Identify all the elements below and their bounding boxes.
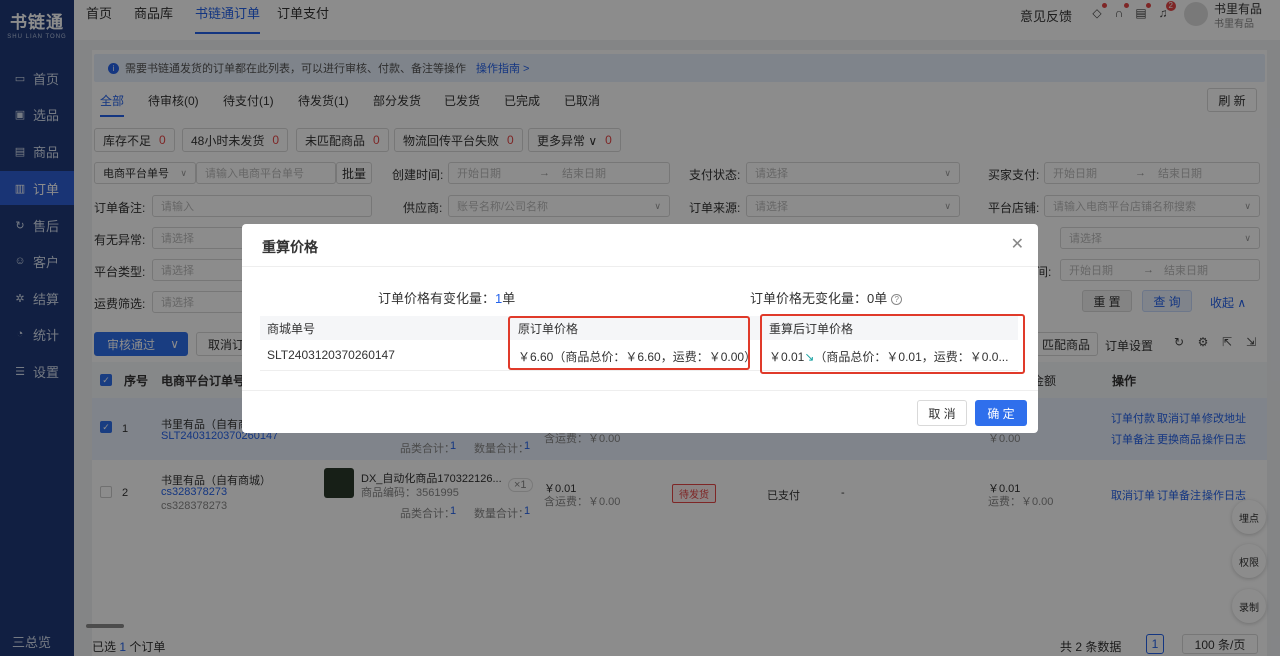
changed-summary: 订单价格有变化量：1单	[378, 291, 516, 306]
recalc-price-highlight	[760, 314, 1025, 374]
cancel-button[interactable]: 取 消	[917, 400, 967, 426]
original-price-highlight	[508, 316, 750, 370]
unchanged-summary: 订单价格无变化量：0单?	[750, 288, 903, 307]
confirm-button[interactable]: 确 定	[975, 400, 1027, 426]
help-icon[interactable]: ?	[891, 294, 903, 306]
recalc-price-dialog: 重算价格 ✕ 订单价格有变化量：1单 订单价格无变化量：0单? 商城单号 原订单…	[242, 224, 1038, 433]
mall-order-number: SLT2403120370260147	[267, 348, 395, 362]
close-icon[interactable]: ✕	[1011, 234, 1024, 254]
dialog-title: 重算价格	[262, 239, 318, 255]
